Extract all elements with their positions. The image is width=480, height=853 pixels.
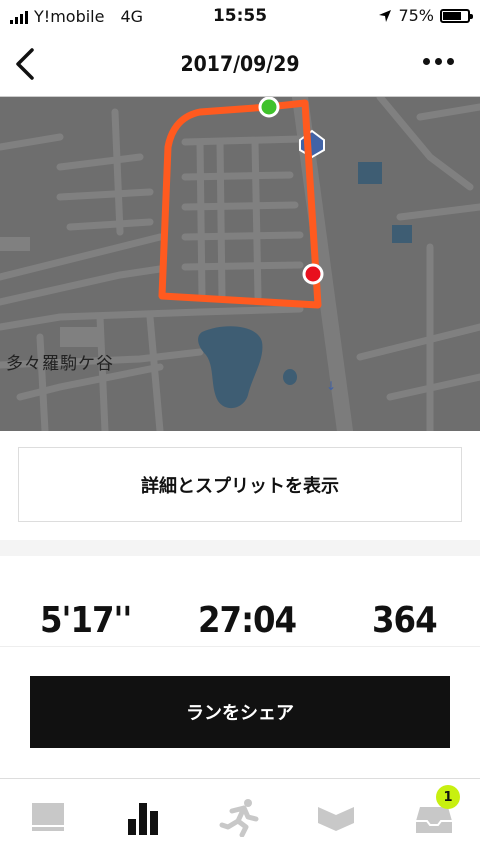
route-map[interactable]: ↓ 多々羅駒ケ谷 bbox=[0, 96, 480, 431]
run-stats: 5'17'' 27:04 364 bbox=[0, 600, 480, 647]
feed-icon[interactable] bbox=[26, 797, 70, 837]
nav-bar: 2017/09/29 bbox=[0, 34, 480, 96]
status-right: 75% bbox=[378, 6, 473, 25]
show-details-button[interactable]: 詳細とスプリットを表示 bbox=[18, 447, 462, 522]
page-title: 2017/09/29 bbox=[180, 52, 300, 76]
bar-chart-icon[interactable] bbox=[122, 797, 166, 837]
battery-percent: 75% bbox=[398, 6, 434, 25]
map-place-label: 多々羅駒ケ谷 bbox=[6, 354, 114, 374]
status-bar: Y!mobile 4G 15:55 75% bbox=[0, 0, 480, 34]
direction-arrow-icon: ↓ bbox=[326, 379, 336, 393]
chevron-banner-icon[interactable] bbox=[314, 797, 358, 837]
stat-duration: 27:04 bbox=[198, 600, 297, 641]
stat-pace: 5'17'' bbox=[40, 600, 132, 641]
tab-bar: 1 bbox=[0, 778, 480, 853]
inbox-badge: 1 bbox=[436, 785, 460, 809]
section-divider bbox=[0, 540, 480, 556]
map-canvas: ↓ bbox=[0, 97, 480, 431]
battery-icon bbox=[440, 8, 473, 23]
start-marker bbox=[258, 97, 280, 118]
more-dots-icon[interactable] bbox=[423, 58, 454, 65]
runner-icon[interactable] bbox=[218, 797, 262, 837]
location-arrow-icon bbox=[379, 9, 392, 22]
inbox-tab[interactable]: 1 bbox=[412, 785, 460, 837]
share-run-button[interactable]: ランをシェア bbox=[30, 676, 450, 748]
stat-calories: 364 bbox=[372, 600, 438, 641]
end-marker bbox=[302, 263, 324, 285]
